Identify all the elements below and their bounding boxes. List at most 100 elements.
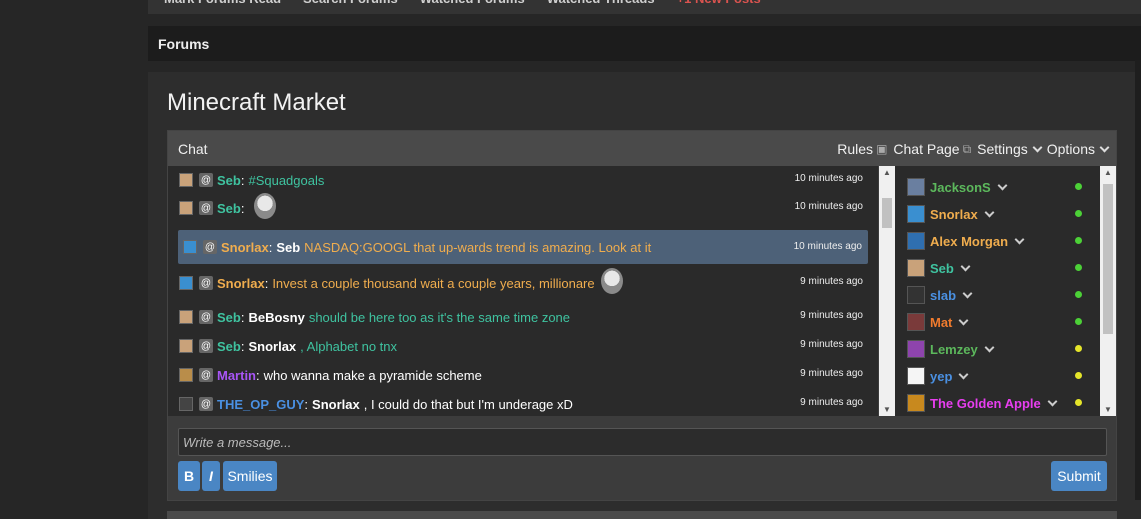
new-posts-link[interactable]: +1 New Posts bbox=[677, 0, 761, 6]
message-username[interactable]: Seb bbox=[217, 310, 241, 325]
user-avatar[interactable] bbox=[907, 205, 925, 223]
chevron-down-icon[interactable] bbox=[960, 261, 971, 271]
message-text: NASDAQ:GOOGL that up-wards trend is amaz… bbox=[304, 239, 652, 255]
mentioned-user[interactable]: Snorlax bbox=[248, 339, 296, 354]
chat-message: @ Snorlax: Invest a couple thousand wait a… bbox=[179, 268, 869, 294]
chevron-down-icon[interactable] bbox=[1047, 396, 1058, 406]
mention-icon[interactable]: @ bbox=[203, 240, 217, 254]
online-username[interactable]: JacksonS bbox=[930, 180, 991, 195]
user-avatar[interactable] bbox=[179, 397, 193, 411]
mentioned-user[interactable]: BeBosny bbox=[248, 310, 304, 325]
top-nav-link[interactable]: Watched Forums bbox=[420, 0, 525, 6]
chevron-down-icon[interactable] bbox=[1014, 234, 1025, 244]
user-avatar[interactable] bbox=[179, 368, 193, 382]
message-username[interactable]: THE_OP_GUY bbox=[217, 397, 304, 412]
chevron-down-icon[interactable] bbox=[984, 342, 995, 352]
chat-message: @ Seb: Snorlax , Alphabet no tnx 9 minutes a… bbox=[179, 335, 869, 357]
top-nav-link[interactable]: Mark Forums Read bbox=[164, 0, 281, 6]
message-username[interactable]: Snorlax bbox=[217, 276, 265, 291]
scrollbar-thumb[interactable] bbox=[882, 198, 892, 228]
message-text: Invest a couple thousand wait a couple y… bbox=[272, 275, 595, 291]
chevron-down-icon[interactable] bbox=[984, 207, 995, 217]
mentioned-user[interactable]: Seb bbox=[276, 240, 300, 255]
users-list-scrollbar[interactable]: ▲ ▼ bbox=[1100, 166, 1116, 416]
online-username[interactable]: Seb bbox=[930, 261, 954, 276]
chevron-down-icon[interactable] bbox=[958, 315, 969, 325]
options-dropdown[interactable]: Options bbox=[1047, 141, 1110, 157]
rules-link[interactable]: Rules ▣ bbox=[837, 141, 887, 157]
online-user[interactable]: JacksonS bbox=[907, 176, 1082, 198]
user-avatar[interactable] bbox=[179, 201, 193, 215]
online-username[interactable]: Lemzey bbox=[930, 342, 978, 357]
submit-button[interactable]: Submit bbox=[1051, 461, 1107, 491]
scroll-down-arrow-icon[interactable]: ▼ bbox=[1104, 405, 1112, 414]
online-user[interactable]: slab bbox=[907, 284, 1082, 306]
mentioned-user[interactable]: Snorlax bbox=[312, 397, 360, 412]
message-username[interactable]: Martin bbox=[217, 368, 256, 383]
online-username[interactable]: Alex Morgan bbox=[930, 234, 1008, 249]
bold-button[interactable]: B bbox=[178, 461, 200, 491]
message-username[interactable]: Seb bbox=[217, 339, 241, 354]
user-avatar[interactable] bbox=[907, 178, 925, 196]
message-username[interactable]: Snorlax bbox=[221, 240, 269, 255]
online-user[interactable]: Lemzey bbox=[907, 338, 1082, 360]
online-username[interactable]: slab bbox=[930, 288, 956, 303]
message-timestamp: 9 minutes ago bbox=[800, 368, 863, 379]
chat-message: @ Snorlax: Seb NASDAQ:GOOGL that up-wards t… bbox=[178, 230, 868, 264]
user-avatar[interactable] bbox=[907, 394, 925, 412]
user-avatar[interactable] bbox=[907, 232, 925, 250]
settings-dropdown[interactable]: Settings bbox=[977, 141, 1043, 157]
chevron-down-icon[interactable] bbox=[958, 369, 969, 379]
chat-page-label: Chat Page bbox=[893, 141, 960, 157]
mention-icon[interactable]: @ bbox=[199, 368, 213, 382]
rules-label: Rules bbox=[837, 141, 874, 157]
chat-message: @ Seb: #Squadgoals 10 minutes ago bbox=[179, 169, 869, 191]
message-input[interactable]: Write a message... bbox=[178, 428, 1107, 456]
message-timestamp: 10 minutes ago bbox=[793, 241, 862, 252]
scroll-up-arrow-icon[interactable]: ▲ bbox=[883, 168, 891, 177]
online-username[interactable]: Snorlax bbox=[930, 207, 978, 222]
online-user[interactable]: Mat bbox=[907, 311, 1082, 333]
message-text: who wanna make a pyramide scheme bbox=[263, 367, 482, 383]
top-nav-link[interactable]: Watched Threads bbox=[547, 0, 655, 6]
online-username[interactable]: Mat bbox=[930, 315, 952, 330]
user-avatar[interactable] bbox=[183, 240, 197, 254]
chevron-down-icon[interactable] bbox=[962, 288, 973, 298]
message-username[interactable]: Seb bbox=[217, 201, 241, 216]
user-avatar[interactable] bbox=[179, 276, 193, 290]
status-dot-icon bbox=[1075, 264, 1082, 271]
message-timestamp: 9 minutes ago bbox=[800, 276, 863, 287]
message-list-scrollbar[interactable]: ▲ ▼ bbox=[879, 166, 895, 416]
online-user[interactable]: Seb bbox=[907, 257, 1082, 279]
mention-icon[interactable]: @ bbox=[199, 339, 213, 353]
user-avatar[interactable] bbox=[179, 339, 193, 353]
message-username[interactable]: Seb bbox=[217, 173, 241, 188]
mention-icon[interactable]: @ bbox=[199, 397, 213, 411]
online-user[interactable]: Alex Morgan bbox=[907, 230, 1082, 252]
scroll-down-arrow-icon[interactable]: ▼ bbox=[883, 405, 891, 414]
mention-icon[interactable]: @ bbox=[199, 201, 213, 215]
online-user[interactable]: The Golden Apple bbox=[907, 392, 1082, 414]
user-avatar[interactable] bbox=[179, 173, 193, 187]
top-nav-link[interactable]: Search Forums bbox=[303, 0, 398, 6]
scrollbar-thumb[interactable] bbox=[1103, 184, 1113, 334]
mention-icon[interactable]: @ bbox=[199, 310, 213, 324]
user-avatar[interactable] bbox=[179, 310, 193, 324]
online-username[interactable]: yep bbox=[930, 369, 952, 384]
smilies-button[interactable]: Smilies bbox=[223, 461, 277, 491]
mention-icon[interactable]: @ bbox=[199, 276, 213, 290]
user-avatar[interactable] bbox=[907, 313, 925, 331]
chevron-down-icon[interactable] bbox=[997, 180, 1008, 190]
user-avatar[interactable] bbox=[907, 286, 925, 304]
italic-button[interactable]: I bbox=[202, 461, 220, 491]
online-user[interactable]: yep bbox=[907, 365, 1082, 387]
user-avatar[interactable] bbox=[907, 367, 925, 385]
user-avatar[interactable] bbox=[907, 340, 925, 358]
mention-icon[interactable]: @ bbox=[199, 173, 213, 187]
online-user[interactable]: Snorlax bbox=[907, 203, 1082, 225]
online-username[interactable]: The Golden Apple bbox=[930, 396, 1041, 411]
scroll-up-arrow-icon[interactable]: ▲ bbox=[1104, 168, 1112, 177]
user-avatar[interactable] bbox=[907, 259, 925, 277]
chat-page-link[interactable]: Chat Page ⧉ bbox=[893, 141, 971, 157]
breadcrumb-forums[interactable]: Forums bbox=[158, 36, 209, 52]
